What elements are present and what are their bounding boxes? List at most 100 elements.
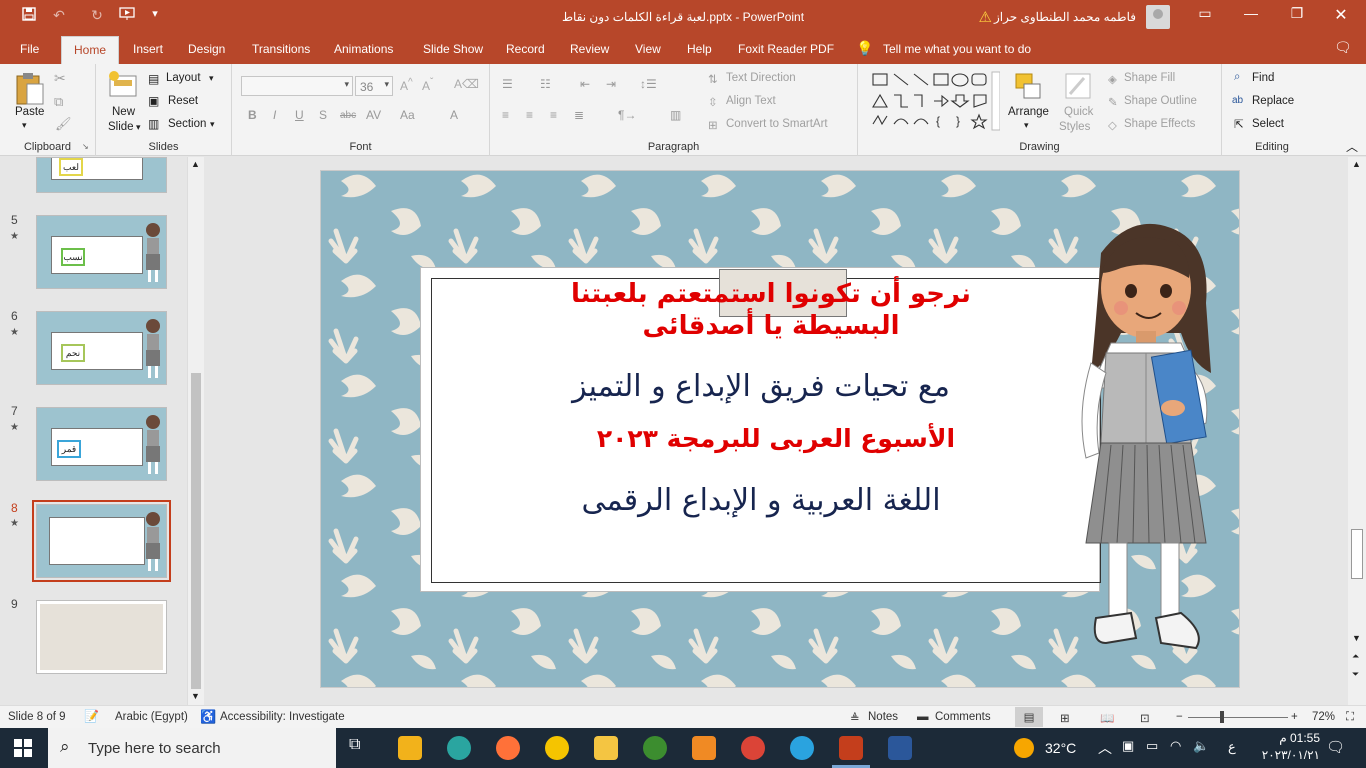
ltr-icon[interactable]: ¶→: [618, 108, 636, 122]
section-button[interactable]: Section: [168, 118, 206, 130]
comments-icon[interactable]: 🗨: [1334, 39, 1352, 56]
tab-home[interactable]: Home: [61, 36, 120, 65]
clipboard-launcher-icon[interactable]: ↘: [82, 142, 89, 151]
increase-indent-icon[interactable]: ⇥: [606, 77, 616, 91]
paste-button[interactable]: Paste: [15, 106, 44, 118]
notes-button[interactable]: Notes: [868, 711, 898, 723]
shape-effects-button[interactable]: Shape Effects: [1124, 118, 1195, 130]
collapse-ribbon-icon[interactable]: ︿: [1346, 138, 1358, 155]
shrink-font-icon[interactable]: Aˇ: [422, 77, 433, 93]
tab-transitions[interactable]: Transitions: [252, 42, 310, 56]
language-indicator[interactable]: Arabic (Egypt): [115, 711, 188, 723]
smartart-button[interactable]: Convert to SmartArt: [726, 118, 828, 130]
avatar[interactable]: [1146, 5, 1170, 29]
spelling-icon[interactable]: 📝: [84, 709, 99, 723]
slide-thumbnail-6[interactable]: نحم: [36, 311, 167, 385]
new-slide-button[interactable]: New: [112, 106, 135, 118]
user-name[interactable]: فاطمه محمد الطنطاوى حراز: [994, 10, 1136, 24]
browser-icon[interactable]: [447, 736, 471, 760]
firefox-icon[interactable]: [496, 736, 520, 760]
char-spacing-icon[interactable]: AV: [366, 108, 381, 122]
comments-button[interactable]: Comments: [935, 711, 991, 723]
change-case-icon[interactable]: Aa: [400, 108, 415, 122]
zoom-slider-thumb[interactable]: [1220, 711, 1224, 723]
arrange-button[interactable]: Arrange: [1008, 106, 1049, 118]
slide-line-2[interactable]: البسيطة يا أصدقائى: [541, 311, 1001, 341]
taskbar-search[interactable]: ⌕ Type here to search: [48, 728, 336, 768]
decrease-indent-icon[interactable]: ⇤: [580, 77, 590, 91]
weather-icon[interactable]: [1014, 738, 1034, 758]
copy-icon[interactable]: ⧉: [54, 94, 63, 110]
ribbon-display-icon[interactable]: ▭: [1190, 5, 1220, 27]
chrome-icon[interactable]: [741, 736, 765, 760]
tab-insert[interactable]: Insert: [133, 42, 163, 56]
foxit-icon[interactable]: [692, 736, 716, 760]
slide-sorter-icon[interactable]: ⊞: [1060, 711, 1070, 725]
slide-line-4[interactable]: الأسبوع العربى للبرمجة ٢٠٢٣: [551, 423, 1001, 455]
slide-line-3[interactable]: مع تحيات فريق الإبداع و التميز: [541, 369, 981, 405]
girl-illustration[interactable]: [1061, 213, 1231, 683]
clear-formatting-icon[interactable]: A⌫: [454, 77, 479, 91]
reading-view-icon[interactable]: 📖: [1100, 711, 1114, 725]
align-left-icon[interactable]: ≡: [502, 108, 509, 122]
layout-dropdown-icon[interactable]: ▾: [209, 73, 214, 84]
bullets-icon[interactable]: ☰: [502, 77, 513, 91]
next-slide-icon[interactable]: ⏷: [1352, 669, 1359, 680]
new-slide-dropdown-icon[interactable]: ▾: [136, 122, 141, 133]
battery-icon[interactable]: ▭: [1146, 738, 1158, 754]
slide-thumbnail-4[interactable]: لعب: [36, 157, 167, 193]
replace-button[interactable]: Replace: [1252, 95, 1294, 107]
fit-slide-icon[interactable]: ⛶: [1346, 711, 1354, 724]
thumbnail-scrollbar[interactable]: ▲ ▼: [187, 157, 204, 705]
tab-file[interactable]: File: [20, 42, 39, 56]
tell-me-search[interactable]: Tell me what you want to do: [883, 42, 1031, 56]
font-size-field[interactable]: 36 ▾: [355, 76, 393, 96]
slide-line-5[interactable]: اللغة العربية و الإبداع الرقمى: [541, 483, 981, 519]
scroll-thumb[interactable]: [1351, 529, 1363, 579]
minimize-icon[interactable]: —: [1236, 5, 1266, 27]
slide-thumbnail-8[interactable]: [36, 504, 167, 578]
section-dropdown-icon[interactable]: ▾: [210, 119, 215, 130]
scroll-up-icon[interactable]: ▲: [1352, 159, 1361, 169]
slide-thumbnail-5[interactable]: نسب: [36, 215, 167, 289]
new-slide-label-2[interactable]: Slide: [108, 121, 134, 133]
slide-thumbnail-9[interactable]: [36, 600, 167, 674]
zoom-in-icon[interactable]: +: [1291, 711, 1298, 723]
volume-icon[interactable]: 🔈: [1193, 738, 1209, 754]
strikethrough-icon[interactable]: abc: [340, 110, 356, 121]
tray-chevron-icon[interactable]: ︿: [1098, 738, 1112, 758]
vlc-icon[interactable]: [545, 736, 569, 760]
select-button[interactable]: Select: [1252, 118, 1284, 130]
powerpoint-icon[interactable]: [839, 736, 863, 760]
input-language[interactable]: ع: [1228, 739, 1236, 755]
zoom-slider[interactable]: [1188, 711, 1288, 723]
previous-slide-icon[interactable]: ⏶: [1352, 651, 1359, 662]
slideshow-view-icon[interactable]: ⊡: [1140, 711, 1150, 725]
columns-icon[interactable]: ▥: [670, 108, 681, 122]
tab-review[interactable]: Review: [570, 42, 609, 56]
quick-styles-button[interactable]: Quick: [1064, 106, 1093, 118]
slide-thumbnail-7[interactable]: قمر: [36, 407, 167, 481]
wifi-icon[interactable]: ◠: [1170, 738, 1181, 754]
align-right-icon[interactable]: ≡: [550, 108, 557, 122]
scroll-up-icon[interactable]: ▲: [191, 159, 200, 169]
scroll-down-icon[interactable]: ▼: [191, 691, 200, 701]
shapes-gallery[interactable]: {}: [870, 70, 1000, 132]
tray-app-icon[interactable]: ▣: [1122, 738, 1134, 754]
shape-fill-button[interactable]: Shape Fill: [1124, 72, 1175, 84]
store-icon[interactable]: [398, 736, 422, 760]
windows-start-icon[interactable]: [14, 739, 32, 757]
telegram-icon[interactable]: [790, 736, 814, 760]
font-color-icon[interactable]: A: [450, 108, 458, 122]
shadow-icon[interactable]: S: [319, 108, 327, 122]
slide-line-1[interactable]: نرجو أن تكونوا استمتعتم بلعبتنا: [541, 279, 1001, 309]
tab-slide-show[interactable]: Slide Show: [423, 42, 483, 56]
tab-design[interactable]: Design: [188, 42, 225, 56]
format-painter-icon[interactable]: 🖌: [55, 116, 72, 132]
bold-icon[interactable]: B: [248, 108, 257, 122]
close-icon[interactable]: ✕: [1326, 5, 1356, 27]
line-spacing-icon[interactable]: ↕☰: [640, 77, 657, 91]
reset-button[interactable]: Reset: [168, 95, 198, 107]
slide-scrollbar[interactable]: ▲ ▼ ⏶ ⏷: [1348, 157, 1366, 705]
notification-icon[interactable]: 🗨: [1326, 738, 1345, 756]
